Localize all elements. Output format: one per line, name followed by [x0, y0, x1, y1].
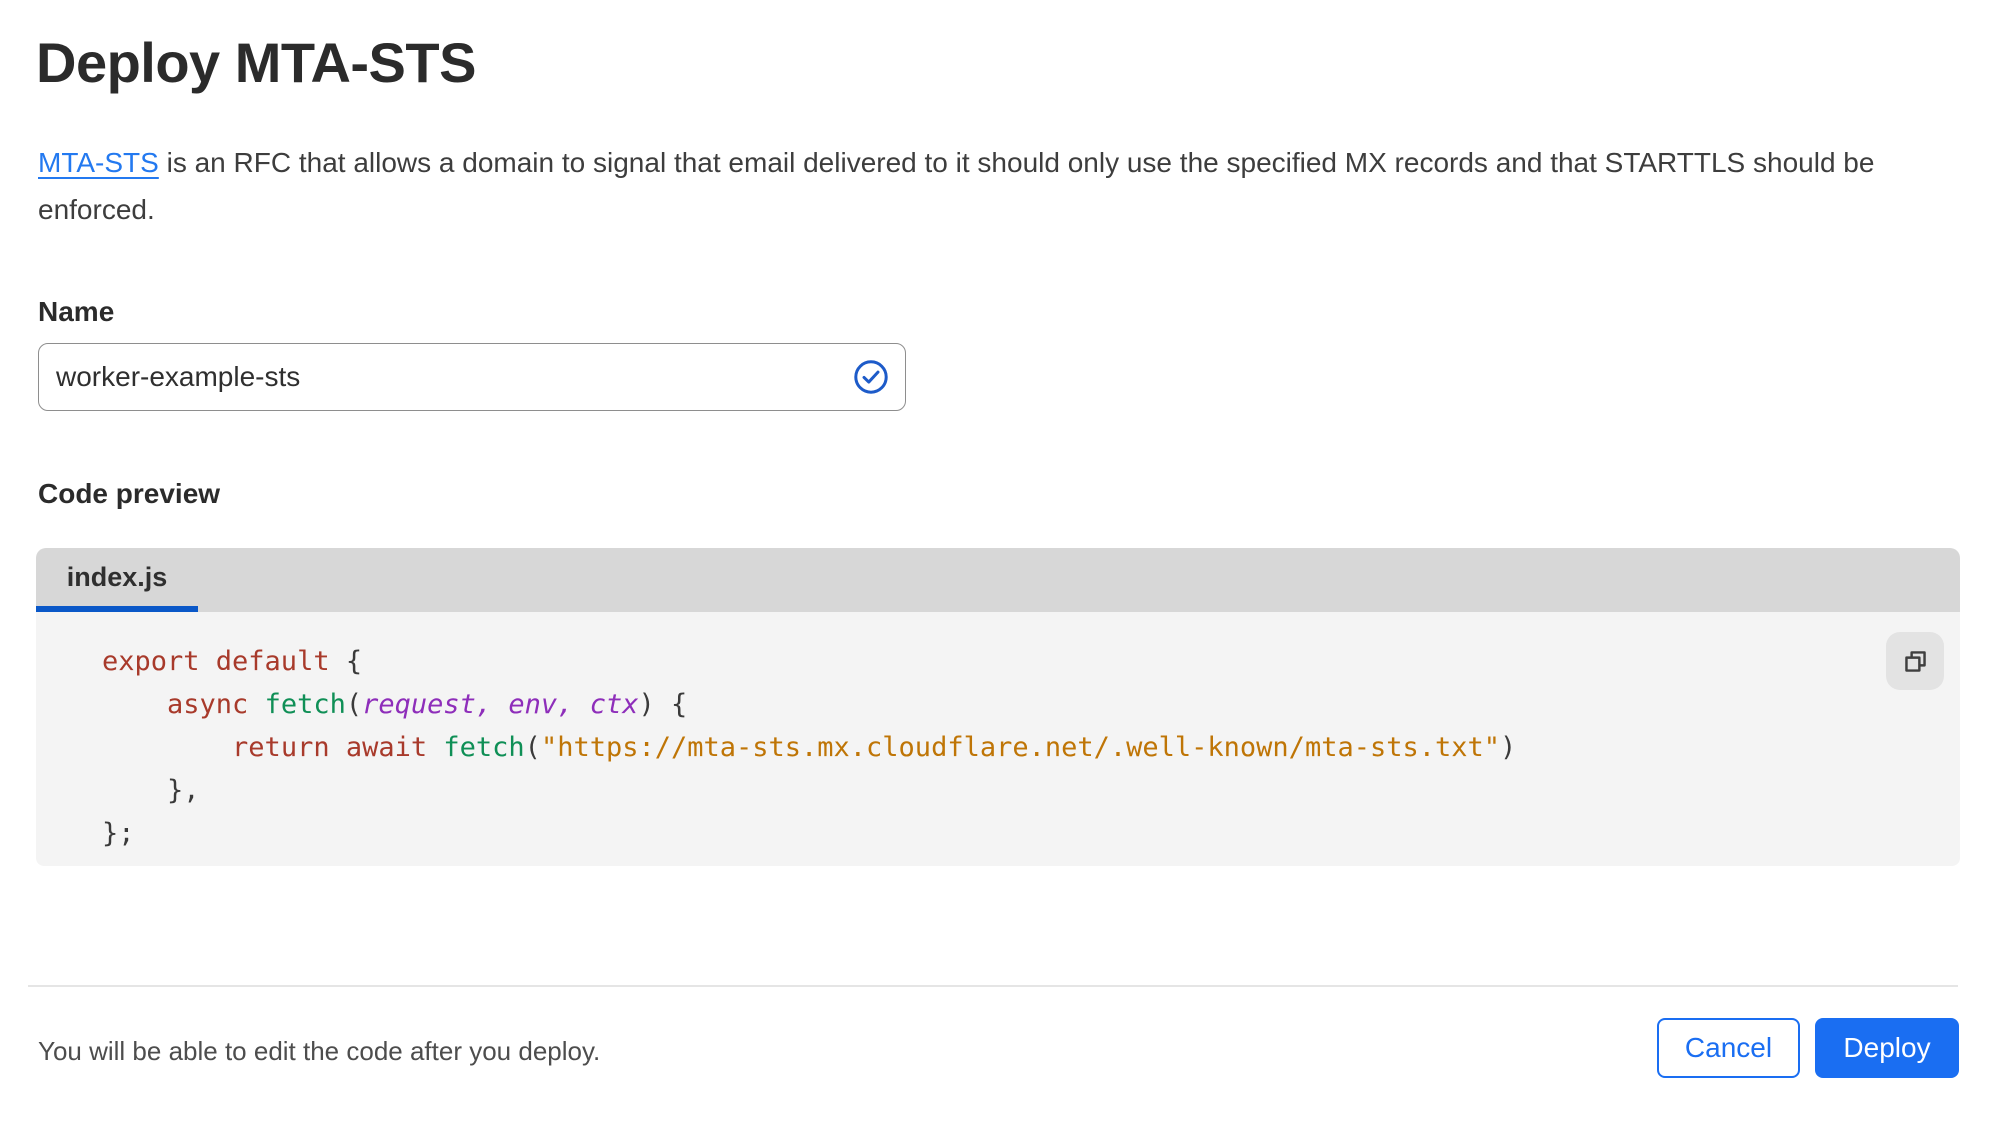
- copy-button[interactable]: [1886, 632, 1944, 690]
- footer-note: You will be able to edit the code after …: [38, 1036, 601, 1066]
- description-text: is an RFC that allows a domain to signal…: [38, 147, 1875, 225]
- copy-icon: [1904, 650, 1926, 672]
- code-content: export default { async fetch(request, en…: [102, 646, 1517, 849]
- deploy-button[interactable]: Deploy: [1815, 1018, 1959, 1078]
- cancel-button[interactable]: Cancel: [1657, 1018, 1800, 1078]
- code-preview-card: index.js export default { async fetch(re…: [36, 548, 1960, 866]
- name-input-wrapper: [38, 343, 906, 411]
- tab-label: index.js: [66, 561, 168, 592]
- mta-sts-link[interactable]: MTA-STS: [38, 147, 159, 178]
- name-input[interactable]: [38, 343, 906, 411]
- code-editor[interactable]: export default { async fetch(request, en…: [36, 612, 1960, 866]
- footer-divider: [28, 985, 1958, 987]
- name-label: Name: [38, 296, 115, 327]
- code-preview-label: Code preview: [38, 478, 221, 509]
- check-circle-icon: [854, 360, 888, 394]
- tab-index-js[interactable]: index.js: [36, 548, 198, 612]
- description: MTA-STS is an RFC that allows a domain t…: [38, 139, 1910, 233]
- page-title: Deploy MTA-STS: [36, 31, 476, 94]
- code-tab-bar: index.js: [36, 548, 1960, 612]
